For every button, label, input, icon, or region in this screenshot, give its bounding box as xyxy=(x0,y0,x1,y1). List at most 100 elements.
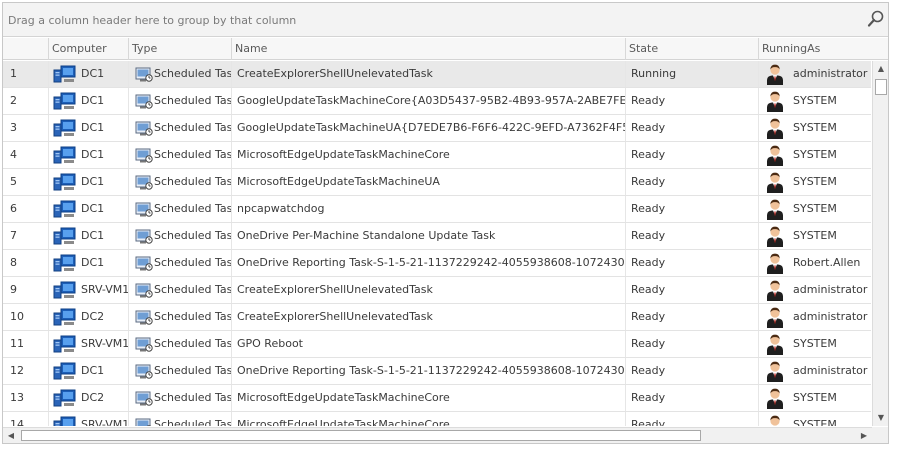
computer-cell[interactable]: DC1 xyxy=(48,115,128,141)
table-row[interactable]: 9 SRV-VM1 Scheduled Task CreateExplorerS… xyxy=(3,277,871,304)
vertical-scroll-thumb[interactable] xyxy=(875,79,887,95)
running-as-cell[interactable]: SYSTEM xyxy=(758,88,871,114)
state-cell[interactable]: Ready xyxy=(625,304,758,330)
state-cell[interactable]: Ready xyxy=(625,331,758,357)
type-cell[interactable]: Scheduled Task xyxy=(128,196,231,222)
horizontal-scrollbar[interactable]: ◀ ▶ xyxy=(3,427,872,443)
table-row[interactable]: 6 DC1 Scheduled Task npcapwatchdog Ready… xyxy=(3,196,871,223)
state-cell[interactable]: Ready xyxy=(625,358,758,384)
table-row[interactable]: 5 DC1 Scheduled Task MicrosoftEdgeUpdate… xyxy=(3,169,871,196)
computer-cell[interactable]: DC1 xyxy=(48,61,128,87)
name-cell[interactable]: OneDrive Reporting Task-S-1-5-21-1137229… xyxy=(231,250,625,276)
state-cell[interactable]: Ready xyxy=(625,385,758,411)
scroll-right-arrow-icon[interactable]: ▶ xyxy=(856,428,872,443)
type-cell[interactable]: Scheduled Task xyxy=(128,223,231,249)
running-as-cell[interactable]: SYSTEM xyxy=(758,115,871,141)
type-cell[interactable]: Scheduled Task xyxy=(128,169,231,195)
computer-cell[interactable]: SRV-VM1 xyxy=(48,412,128,426)
scroll-up-arrow-icon[interactable]: ▲ xyxy=(873,61,888,77)
name-cell[interactable]: CreateExplorerShellUnelevatedTask xyxy=(231,277,625,303)
name-cell[interactable]: OneDrive Reporting Task-S-1-5-21-1137229… xyxy=(231,358,625,384)
computer-cell[interactable]: DC1 xyxy=(48,196,128,222)
computer-cell[interactable]: DC1 xyxy=(48,142,128,168)
name-cell[interactable]: npcapwatchdog xyxy=(231,196,625,222)
table-row[interactable]: 11 SRV-VM1 Scheduled Task GPO Reboot Rea… xyxy=(3,331,871,358)
type-cell[interactable]: Scheduled Task xyxy=(128,115,231,141)
table-row[interactable]: 7 DC1 Scheduled Task OneDrive Per-Machin… xyxy=(3,223,871,250)
computer-cell[interactable]: DC1 xyxy=(48,250,128,276)
table-row[interactable]: 12 DC1 Scheduled Task OneDrive Reporting… xyxy=(3,358,871,385)
computer-cell[interactable]: DC2 xyxy=(48,304,128,330)
type-cell[interactable]: Scheduled Task xyxy=(128,331,231,357)
computer-cell[interactable]: DC1 xyxy=(48,358,128,384)
state-cell[interactable]: Ready xyxy=(625,88,758,114)
horizontal-scroll-thumb[interactable] xyxy=(21,430,701,441)
name-cell[interactable]: MicrosoftEdgeUpdateTaskMachineUA xyxy=(231,169,625,195)
type-cell[interactable]: Scheduled Task xyxy=(128,277,231,303)
vertical-scrollbar[interactable]: ▲ ▼ xyxy=(872,61,888,426)
state-cell[interactable]: Ready xyxy=(625,169,758,195)
type-cell[interactable]: Scheduled Task xyxy=(128,61,231,87)
column-header-state[interactable]: State xyxy=(625,38,758,60)
name-cell[interactable]: MicrosoftEdgeUpdateTaskMachineCore xyxy=(231,142,625,168)
type-cell[interactable]: Scheduled Task xyxy=(128,304,231,330)
running-as-cell[interactable]: SYSTEM xyxy=(758,169,871,195)
computer-cell[interactable]: SRV-VM1 xyxy=(48,331,128,357)
scroll-left-arrow-icon[interactable]: ◀ xyxy=(3,428,19,443)
state-cell[interactable]: Ready xyxy=(625,115,758,141)
state-cell[interactable]: Ready xyxy=(625,277,758,303)
running-as-cell[interactable]: SYSTEM xyxy=(758,142,871,168)
computer-cell[interactable]: DC1 xyxy=(48,88,128,114)
table-row[interactable]: 3 DC1 Scheduled Task GoogleUpdateTaskMac… xyxy=(3,115,871,142)
running-as-cell[interactable]: SYSTEM xyxy=(758,331,871,357)
state-cell[interactable]: Ready xyxy=(625,412,758,426)
table-row[interactable]: 2 DC1 Scheduled Task GoogleUpdateTaskMac… xyxy=(3,88,871,115)
name-cell[interactable]: MicrosoftEdgeUpdateTaskMachineCore xyxy=(231,412,625,426)
running-as-cell[interactable]: administrator xyxy=(758,304,871,330)
state-cell[interactable]: Ready xyxy=(625,196,758,222)
column-header-computer[interactable]: Computer xyxy=(48,38,128,60)
row-number-header[interactable] xyxy=(3,38,48,60)
name-cell[interactable]: GPO Reboot xyxy=(231,331,625,357)
running-as-cell[interactable]: SYSTEM xyxy=(758,412,871,426)
running-as-cell[interactable]: Robert.Allen xyxy=(758,250,871,276)
name-cell[interactable]: MicrosoftEdgeUpdateTaskMachineCore xyxy=(231,385,625,411)
name-cell[interactable]: GoogleUpdateTaskMachineCore{A03D5437-95B… xyxy=(231,88,625,114)
group-by-panel[interactable]: Drag a column header here to group by th… xyxy=(3,3,888,37)
type-cell[interactable]: Scheduled Task xyxy=(128,412,231,426)
name-cell[interactable]: CreateExplorerShellUnelevatedTask xyxy=(231,61,625,87)
table-row[interactable]: 13 DC2 Scheduled Task MicrosoftEdgeUpdat… xyxy=(3,385,871,412)
state-cell[interactable]: Running xyxy=(625,61,758,87)
column-header-running-as[interactable]: RunningAs xyxy=(758,38,888,60)
state-cell[interactable]: Ready xyxy=(625,250,758,276)
column-header-type[interactable]: Type xyxy=(128,38,231,60)
computer-cell[interactable]: DC1 xyxy=(48,169,128,195)
running-as-cell[interactable]: SYSTEM xyxy=(758,196,871,222)
computer-cell[interactable]: DC2 xyxy=(48,385,128,411)
scroll-down-arrow-icon[interactable]: ▼ xyxy=(873,410,888,426)
type-cell[interactable]: Scheduled Task xyxy=(128,88,231,114)
table-row[interactable]: 4 DC1 Scheduled Task MicrosoftEdgeUpdate… xyxy=(3,142,871,169)
column-header-name[interactable]: Name xyxy=(231,38,625,60)
table-row[interactable]: 10 DC2 Scheduled Task CreateExplorerShel… xyxy=(3,304,871,331)
state-cell[interactable]: Ready xyxy=(625,142,758,168)
table-row[interactable]: 1 DC1 Scheduled Task CreateExplorerShell… xyxy=(3,61,871,88)
search-icon[interactable] xyxy=(866,9,886,29)
running-as-cell[interactable]: administrator xyxy=(758,277,871,303)
type-cell[interactable]: Scheduled Task xyxy=(128,142,231,168)
running-as-cell[interactable]: SYSTEM xyxy=(758,223,871,249)
computer-cell[interactable]: DC1 xyxy=(48,223,128,249)
type-cell[interactable]: Scheduled Task xyxy=(128,250,231,276)
computer-cell[interactable]: SRV-VM1 xyxy=(48,277,128,303)
name-cell[interactable]: OneDrive Per-Machine Standalone Update T… xyxy=(231,223,625,249)
state-cell[interactable]: Ready xyxy=(625,223,758,249)
running-as-cell[interactable]: administrator xyxy=(758,61,871,87)
running-as-cell[interactable]: SYSTEM xyxy=(758,385,871,411)
type-cell[interactable]: Scheduled Task xyxy=(128,385,231,411)
table-row[interactable]: 8 DC1 Scheduled Task OneDrive Reporting … xyxy=(3,250,871,277)
table-row[interactable]: 14 SRV-VM1 Scheduled Task MicrosoftEdgeU… xyxy=(3,412,871,426)
name-cell[interactable]: GoogleUpdateTaskMachineUA{D7EDE7B6-F6F6-… xyxy=(231,115,625,141)
type-cell[interactable]: Scheduled Task xyxy=(128,358,231,384)
name-cell[interactable]: CreateExplorerShellUnelevatedTask xyxy=(231,304,625,330)
running-as-cell[interactable]: administrator xyxy=(758,358,871,384)
